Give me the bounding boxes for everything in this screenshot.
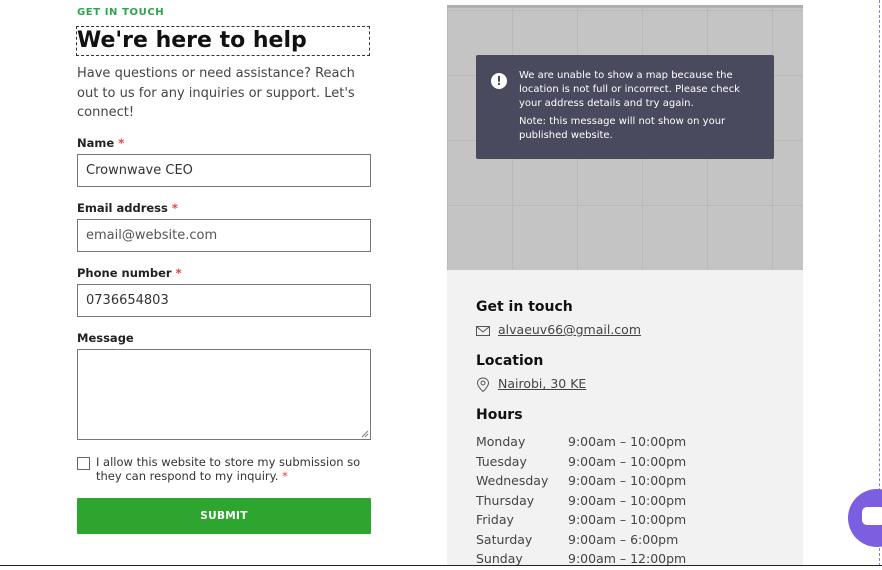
- required-mark: *: [118, 136, 125, 150]
- contact-info-panel: ! We are unable to show a map because th…: [447, 5, 803, 566]
- page-title[interactable]: We're here to help: [76, 26, 370, 56]
- message-label: Message: [77, 331, 134, 345]
- chat-bubble-icon: [862, 507, 882, 525]
- notice-note: Note: this message will not show on your…: [519, 116, 726, 141]
- message-textarea[interactable]: [77, 349, 371, 440]
- email-link[interactable]: alvaeuv66@gmail.com: [498, 322, 641, 337]
- eyebrow: GET IN TOUCH: [77, 7, 165, 18]
- notice-text: We are unable to show a map because the …: [519, 70, 740, 109]
- editor-guide-line: [879, 0, 880, 566]
- email-label: Email address *: [77, 201, 178, 215]
- name-label: Name *: [77, 136, 125, 150]
- map-placeholder: ! We are unable to show a map because th…: [447, 5, 803, 270]
- map-error-notice: ! We are unable to show a map because th…: [476, 55, 774, 159]
- hours-title: Hours: [476, 407, 523, 423]
- get-in-touch-title: Get in touch: [476, 299, 573, 315]
- consent-label: I allow this website to store my submiss…: [96, 455, 361, 483]
- required-mark: *: [175, 266, 182, 280]
- email-field[interactable]: email@website.com: [77, 219, 371, 252]
- chat-widget-button[interactable]: [848, 489, 882, 547]
- address-link[interactable]: Nairobi, 30 KE: [498, 376, 586, 391]
- consent-checkbox[interactable]: [77, 457, 90, 470]
- resize-handle-icon[interactable]: [361, 430, 369, 438]
- envelope-icon: [476, 326, 490, 336]
- required-mark: *: [282, 469, 288, 483]
- phone-label: Phone number *: [77, 266, 182, 280]
- name-field[interactable]: Crownwave CEO: [77, 154, 371, 187]
- phone-field[interactable]: 0736654803: [77, 284, 371, 317]
- exclamation-circle-icon: !: [491, 73, 507, 89]
- map-top-bar: [447, 5, 803, 8]
- submit-button[interactable]: SUBMIT: [77, 498, 371, 534]
- map-pin-icon: [476, 377, 490, 393]
- intro-text: Have questions or need assistance? Reach…: [77, 66, 355, 120]
- required-mark: *: [171, 201, 178, 215]
- location-title: Location: [476, 353, 544, 369]
